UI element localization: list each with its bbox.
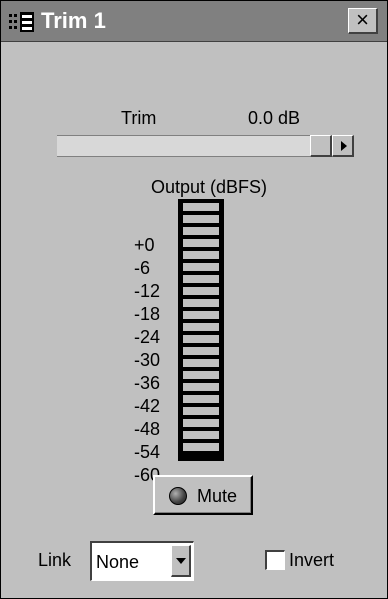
- close-button[interactable]: ×: [348, 8, 378, 34]
- meter-tick-label: -24: [134, 327, 161, 347]
- meter-tick-label: -48: [134, 419, 161, 439]
- meter-segment: [183, 335, 219, 343]
- output-level-meter: [178, 199, 224, 461]
- meter-segment: [183, 287, 219, 295]
- meter-segment: [183, 263, 219, 271]
- meter-tick-label: -54: [134, 442, 161, 462]
- trim-value: 0.0 dB: [248, 108, 301, 128]
- link-select[interactable]: None: [90, 541, 194, 581]
- meter-segment: [183, 203, 219, 211]
- meter-segment: [183, 431, 219, 439]
- trim-slider-thumb[interactable]: [310, 135, 332, 157]
- meter-tick-label: -42: [134, 396, 161, 416]
- mute-label: Mute: [197, 486, 238, 506]
- arrow-right-icon: [341, 141, 347, 151]
- meter-segment: [183, 311, 219, 319]
- invert-checkbox[interactable]: [265, 550, 285, 570]
- meter-segment: [183, 443, 219, 451]
- meter-tick-label: -18: [134, 304, 161, 324]
- meter-segment: [183, 371, 219, 379]
- meter-tick-label: -36: [134, 373, 161, 393]
- meter-segment: [183, 299, 219, 307]
- mute-button[interactable]: Mute: [153, 475, 253, 515]
- meter-segment: [183, 395, 219, 403]
- window-title: Trim 1: [41, 8, 106, 33]
- meter-segment: [183, 347, 219, 355]
- meter-segment: [183, 239, 219, 247]
- meter-segment: [183, 275, 219, 283]
- meter-tick-label: -12: [134, 281, 161, 301]
- meter-segment: [183, 383, 219, 391]
- invert-label: Invert: [289, 550, 335, 570]
- link-select-value: None: [96, 552, 140, 572]
- meter-segment: [183, 251, 219, 259]
- trim-increase-button[interactable]: [332, 135, 354, 157]
- meter-segment: [183, 407, 219, 415]
- title-bar[interactable]: Trim 1 ×: [1, 1, 387, 42]
- meter-segment: [183, 359, 219, 367]
- meter-tick-label: +0: [134, 235, 155, 255]
- meter-segment: [183, 323, 219, 331]
- meter-segment: [183, 215, 219, 223]
- meter-segment: [183, 419, 219, 427]
- meter-tick-label: -30: [134, 350, 161, 370]
- meter-tick-label: -6: [134, 258, 151, 278]
- mute-led-icon: [169, 487, 187, 505]
- mixer-channel-icon: [9, 12, 35, 32]
- trim-label: Trim: [121, 108, 157, 128]
- chevron-down-icon: [176, 558, 186, 564]
- link-label: Link: [38, 550, 72, 570]
- trim-window: Trim 1 × Trim 0.0 dB Output (dBFS) +0 -6 -…: [0, 0, 388, 599]
- output-meter-title: Output (dBFS): [151, 177, 268, 197]
- meter-segment: [183, 227, 219, 235]
- close-icon: ×: [356, 7, 369, 32]
- link-dropdown-button[interactable]: [171, 545, 191, 577]
